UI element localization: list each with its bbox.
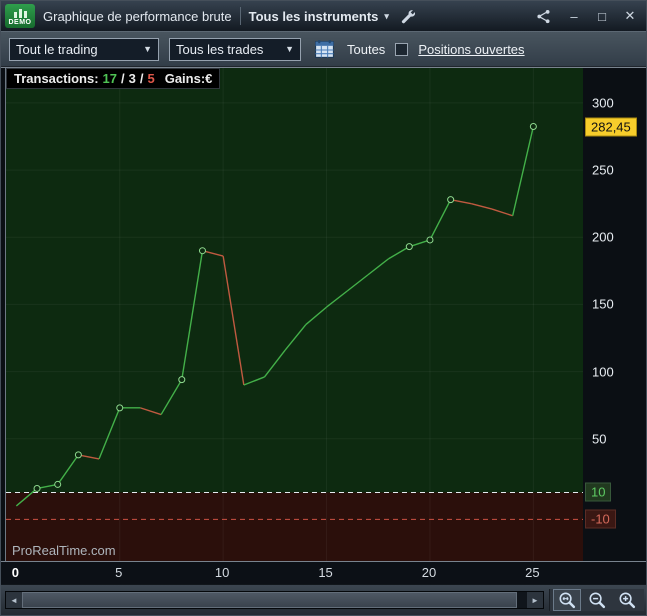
horizontal-scrollbar[interactable]: ◄ ► <box>5 591 544 609</box>
equity-high-marker <box>529 123 537 131</box>
last-value-box: 282,45 <box>585 117 637 136</box>
zoom-fit-icon <box>559 592 575 608</box>
zoom-out-icon <box>589 592 605 608</box>
filters-toolbar: Tout le trading ▼ Tous les trades ▼ Tout… <box>1 31 646 67</box>
winning-trades-count: 17 <box>102 71 117 86</box>
zoom-panel <box>549 589 644 611</box>
equity-high-marker <box>178 376 186 384</box>
share-icon <box>536 9 549 23</box>
stats-separator: / <box>139 71 144 86</box>
maximize-button[interactable]: □ <box>594 9 610 24</box>
chevron-down-icon: ▼ <box>285 44 294 54</box>
window-controls: – □ ✕ <box>532 5 638 27</box>
chevron-down-icon: ▾ <box>384 10 389 21</box>
equity-high-marker <box>447 196 455 204</box>
logo-demo-label: DEMO <box>8 19 32 26</box>
prorealtime-demo-logo: DEMO <box>5 4 35 28</box>
trades-filter-value: Tous les trades <box>176 41 264 57</box>
y-tick-label: 200 <box>592 229 614 245</box>
x-axis: 0 5 10 15 20 25 <box>1 562 646 584</box>
equity-high-marker <box>405 243 413 251</box>
titlebar: DEMO Graphique de performance brute Tous… <box>1 1 646 31</box>
lower-threshold-box: -10 <box>585 509 616 529</box>
titlebar-separator <box>239 7 241 25</box>
share-button[interactable] <box>532 5 554 27</box>
period-label: Toutes <box>347 41 386 57</box>
y-tick-label: 300 <box>592 95 614 111</box>
scrollbar-thumb[interactable] <box>22 592 517 608</box>
scroll-left-button[interactable]: ◄ <box>6 592 22 608</box>
equity-high-marker <box>198 247 206 255</box>
trades-filter-select[interactable]: Tous les trades ▼ <box>169 37 301 61</box>
instrument-selector[interactable]: Tous les instruments ▾ <box>249 9 389 24</box>
losing-trades-count: 5 <box>147 71 155 86</box>
zoom-fit-button[interactable] <box>553 589 581 611</box>
performance-line-chart[interactable] <box>6 68 583 561</box>
y-tick-label: 250 <box>592 162 614 178</box>
x-tick-label: 0 <box>11 565 19 580</box>
chevron-down-icon: ▼ <box>143 44 152 54</box>
trading-scope-select[interactable]: Tout le trading ▼ <box>9 37 159 61</box>
equity-high-marker <box>54 480 62 488</box>
zoom-out-button[interactable] <box>583 589 611 611</box>
neutral-trades-count: 3 <box>128 71 136 86</box>
stats-overlay: Transactions: 17 / 3 / 5 Gains:€ <box>6 68 221 89</box>
trading-scope-value: Tout le trading <box>16 41 98 57</box>
transactions-label: Transactions: <box>14 71 99 86</box>
equity-high-marker <box>74 451 82 459</box>
window-title: Graphique de performance brute <box>43 8 232 24</box>
scrollbar-track-gap[interactable] <box>517 592 527 608</box>
gains-label: Gains:€ <box>164 71 213 86</box>
open-positions-label[interactable]: Positions ouvertes <box>418 42 524 57</box>
upper-threshold-box: 10 <box>585 482 612 502</box>
equity-high-marker <box>426 236 434 244</box>
chart-area[interactable]: Transactions: 17 / 3 / 5 Gains:€ ProReal… <box>5 68 583 561</box>
date-range-button[interactable] <box>311 37 337 61</box>
performance-chart-window: DEMO Graphique de performance brute Tous… <box>0 0 647 616</box>
instrument-selector-label: Tous les instruments <box>248 8 379 24</box>
x-tick-label: 15 <box>318 565 333 580</box>
x-tick-label: 5 <box>115 565 123 580</box>
chart-row: Transactions: 17 / 3 / 5 Gains:€ ProReal… <box>1 67 646 562</box>
calendar-icon <box>314 39 334 58</box>
equity-high-marker <box>33 484 41 492</box>
scroll-right-button[interactable]: ► <box>527 592 543 608</box>
zoom-in-button[interactable] <box>613 589 641 611</box>
minimize-button[interactable]: – <box>566 9 582 24</box>
chart-zone-positive <box>6 68 583 493</box>
stats-separator: / <box>121 71 125 86</box>
x-tick-label: 20 <box>421 565 437 580</box>
y-tick-label: 150 <box>592 296 614 312</box>
wrench-icon <box>402 9 416 23</box>
zoom-in-icon <box>619 592 635 608</box>
y-tick-label: 50 <box>592 431 607 447</box>
logo-bars-icon <box>13 8 27 18</box>
close-button[interactable]: ✕ <box>622 8 638 24</box>
prorealtime-watermark: ProRealTime.com <box>12 543 116 558</box>
equity-high-marker <box>116 404 124 412</box>
bottom-bar: ◄ ► <box>1 584 646 615</box>
x-tick-label: 10 <box>214 565 230 580</box>
y-axis: 50 100 150 200 250 300 10 -10 282,45 <box>583 68 646 561</box>
open-positions-checkbox[interactable] <box>395 42 409 56</box>
settings-wrench-button[interactable] <box>397 5 419 27</box>
x-tick-label: 25 <box>525 565 540 580</box>
y-tick-label: 100 <box>592 364 614 380</box>
